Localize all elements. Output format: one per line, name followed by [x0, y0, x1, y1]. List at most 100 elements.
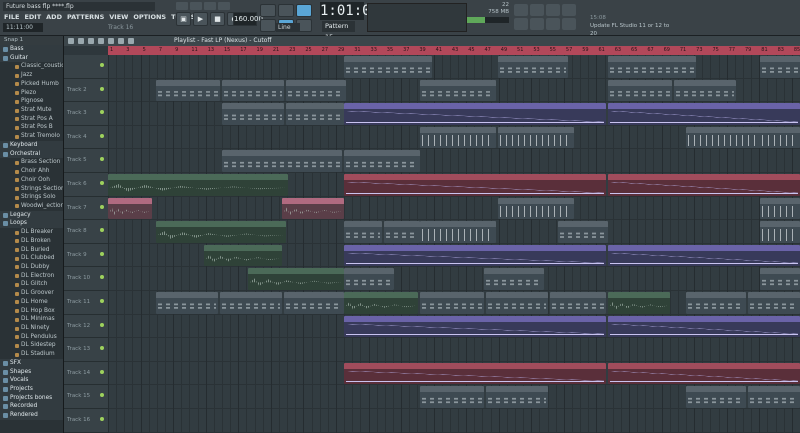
track-mute-led[interactable]	[100, 228, 104, 233]
pattern-clip[interactable]: Pattern 13	[760, 268, 800, 290]
pattern-clip[interactable]: Break_Kick	[420, 79, 496, 102]
track-mute-led[interactable]	[100, 346, 104, 351]
browser-item[interactable]: Strat Pos B	[0, 123, 63, 132]
pattern-clip[interactable]: Pattern 13	[220, 292, 282, 314]
automation-clip[interactable]: Drop_Crash #2 - Channel volume envelope	[344, 362, 606, 385]
browser-folder[interactable]: Loops	[0, 219, 63, 229]
tempo-display[interactable]: 160.000	[233, 12, 263, 26]
track-header[interactable]: Track 2	[64, 79, 108, 103]
pattern-clip[interactable]: Drop_Crash	[760, 221, 800, 243]
track-mute-led[interactable]	[100, 417, 104, 421]
pattern-clip[interactable]: Drop_Snare	[686, 126, 762, 149]
audio-clip[interactable]: Snareroll	[344, 292, 418, 314]
track-header[interactable]: Track 5	[64, 149, 108, 173]
pattern-clip[interactable]: Break_Staccato_Strings	[344, 150, 420, 172]
browser-item[interactable]: DL Glitch	[0, 280, 63, 289]
pattern-clip[interactable]: Pattern 11	[674, 79, 736, 102]
browser-item[interactable]: DL Dubby	[0, 263, 63, 272]
menu-item[interactable]: VIEW	[108, 12, 129, 22]
piano-roll-button[interactable]	[530, 4, 544, 16]
pattern-clip[interactable]: Pattern 11	[286, 103, 344, 125]
browser-item[interactable]: DL Stadium	[0, 350, 63, 359]
pattern-clip[interactable]: Pattern 11	[222, 79, 284, 102]
slice-tool-icon[interactable]	[108, 38, 114, 44]
pattern-clip[interactable]: Pattern 15	[156, 79, 220, 102]
audio-clip[interactable]: FM_atmosphere_vinyl	[248, 268, 344, 290]
browser-folder[interactable]: Projects	[0, 385, 63, 394]
track-header[interactable]: Track 4	[64, 126, 108, 150]
paint-tool-icon[interactable]	[78, 38, 84, 44]
browser-item[interactable]: Strings Solo	[0, 193, 63, 202]
play-icon[interactable]: ▶	[193, 12, 208, 26]
pattern-clip[interactable]: Pattern 15	[608, 79, 672, 102]
browser-item[interactable]: Strat Tremolo	[0, 132, 63, 141]
pattern-clip[interactable]: Drop_Hihats	[498, 56, 568, 78]
audio-clip[interactable]: FM_atmosphere_vinyl	[156, 221, 286, 243]
browser-folder[interactable]: Keyboard	[0, 140, 63, 150]
menu-item[interactable]: EDIT	[23, 12, 42, 22]
browser-item[interactable]: Woodwi_ection	[0, 202, 63, 211]
automation-clip[interactable]: Fast LP (Insert 2002) - Resonance envelo…	[344, 174, 606, 196]
mode-switch[interactable]	[176, 2, 236, 10]
menu-item[interactable]: ADD	[45, 12, 63, 22]
browser-item[interactable]: DL Groover	[0, 289, 63, 298]
metronome-toggle[interactable]	[260, 4, 276, 17]
browser-item[interactable]: DL Clubbed	[0, 254, 63, 263]
browser-item[interactable]: DL Breaker	[0, 228, 63, 237]
track-mute-led[interactable]	[100, 133, 104, 138]
pattern-clip[interactable]: Pattern 10	[686, 292, 746, 314]
track-header[interactable]: Track 12	[64, 315, 108, 339]
browser-item[interactable]: Choir Ahh	[0, 167, 63, 176]
automation-clip[interactable]: Fast LP (Insert 2002) - Cutoff #2 envelo…	[608, 103, 800, 125]
track-header[interactable]: Track 14	[64, 362, 108, 386]
timeline-ruler[interactable]: 1 3 5 7 9 11 13 15 17 19 21 23 25 27 29 31 33 35 37 39 41 43 4…	[108, 46, 800, 55]
pattern-clip[interactable]: Pattern 11	[748, 386, 800, 408]
track-header[interactable]: Track 3	[64, 102, 108, 126]
track-mute-led[interactable]	[100, 63, 104, 67]
snap-select[interactable]: Line	[276, 23, 300, 32]
browser-item[interactable]: DL Buried	[0, 246, 63, 255]
browser-item[interactable]: DL Home	[0, 298, 63, 307]
browser-folder[interactable]: Bass	[0, 45, 63, 54]
zoom-tool-icon[interactable]	[128, 38, 134, 44]
track-header[interactable]: Track 8	[64, 220, 108, 244]
automation-clip[interactable]: Fast LP (Insert 2002) - Cutoff envelope	[344, 103, 606, 125]
track-header[interactable]: Track 6	[64, 173, 108, 197]
browser-item[interactable]: Jazz	[0, 71, 63, 80]
audio-clip[interactable]: Snareroll	[608, 292, 670, 314]
browser-folder[interactable]: Projects bones	[0, 393, 63, 403]
browser-folder[interactable]: Rendered	[0, 411, 63, 420]
browser-item[interactable]: DL Pendulus	[0, 333, 63, 342]
browser-item[interactable]: DL Sidestep	[0, 341, 63, 350]
pattern-clip[interactable]: Pattern 10	[486, 292, 548, 314]
wait-input-toggle[interactable]	[278, 4, 294, 17]
pattern-clip[interactable]: KSHMR_Acoustic_Kit_Big	[108, 197, 152, 220]
pattern-clip[interactable]: Pattern 11	[748, 292, 800, 314]
automation-clip[interactable]: Drop_Crash #2 - Channel volume envelope	[608, 362, 800, 385]
pattern-clip[interactable]: Pattern 11	[550, 292, 606, 314]
browser-item[interactable]: Pignose	[0, 97, 63, 106]
pattern-clip[interactable]: Drop_Hihats	[344, 56, 432, 78]
mute-tool-icon[interactable]	[98, 38, 104, 44]
menu-item[interactable]: PATTERNS	[66, 12, 105, 22]
pattern-clip[interactable]: Drop_Hihats	[760, 56, 800, 78]
playlist-button[interactable]	[514, 4, 528, 16]
browser-item[interactable]: DL Broken	[0, 237, 63, 246]
track-mute-led[interactable]	[100, 369, 104, 374]
song-mode-toggle[interactable]: ▣	[176, 12, 191, 26]
browser-folder[interactable]: Vocals	[0, 376, 63, 386]
pattern-clip[interactable]: KSHMR_Cl_rk_Clap	[344, 268, 394, 290]
browser-folder[interactable]: Recorded	[0, 402, 63, 412]
pattern-clip[interactable]: Drop_Snare	[420, 126, 496, 149]
pattern-clip[interactable]: Pattern 10	[420, 292, 484, 314]
menu-item[interactable]: FILE	[3, 12, 20, 22]
plugin-picker-button[interactable]	[530, 18, 544, 30]
pattern-clip[interactable]: Break_Kick	[222, 150, 342, 172]
browser-folder[interactable]: SFX	[0, 358, 63, 368]
track-header[interactable]	[64, 55, 108, 79]
automation-clip[interactable]: Kickstart - Mix level envelope	[344, 315, 606, 338]
help-button[interactable]	[562, 18, 576, 30]
browser-item[interactable]: Strat Mute	[0, 106, 63, 115]
pattern-clip[interactable]: KSHMR_Cl_mh_Clap	[558, 221, 608, 243]
track-header[interactable]: Track 10	[64, 267, 108, 291]
